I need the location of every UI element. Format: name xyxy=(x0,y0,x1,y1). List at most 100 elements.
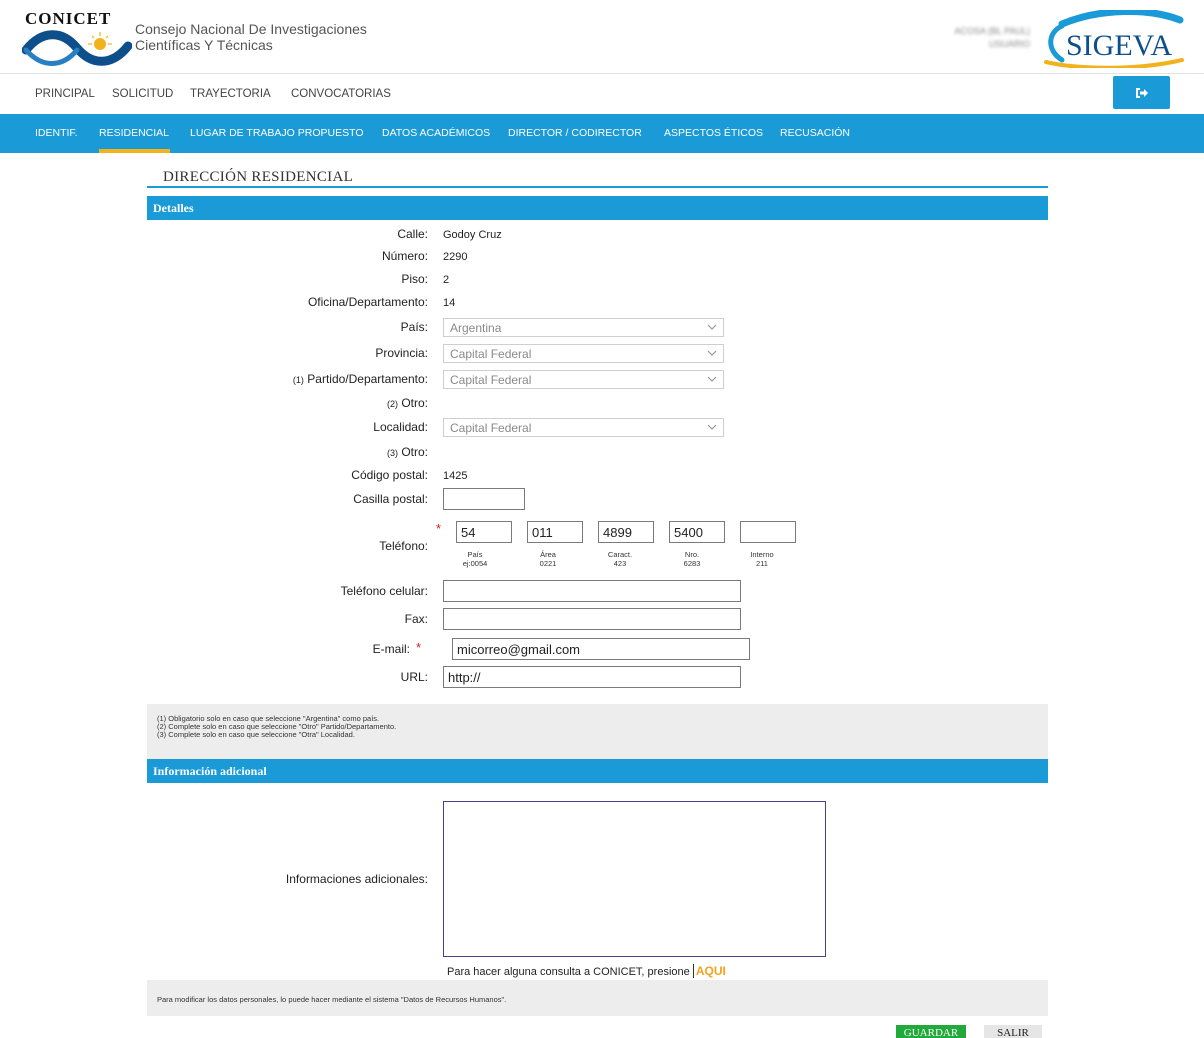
telefono-area-hint-label: Área xyxy=(540,550,556,559)
conicet-logo-text: CONICET xyxy=(25,9,112,28)
telefono-interno-hint-label: Interno xyxy=(750,550,774,559)
fax-label: Fax: xyxy=(404,612,428,626)
telefono-pais-hint-example: ej:0054 xyxy=(462,559,488,568)
localidad-label: Localidad: xyxy=(373,420,428,434)
otra-localidad-note: (3) xyxy=(386,448,398,458)
consult-link[interactable]: AQUI xyxy=(692,964,726,978)
org-name-line1: Consejo Nacional De Investigaciones xyxy=(135,21,367,37)
email-required-mark: * xyxy=(416,640,422,655)
additional-info-textarea[interactable] xyxy=(443,801,826,957)
oficina-value: 14 xyxy=(443,297,456,309)
telefono-area-hint-example: 0221 xyxy=(539,559,557,568)
tab-residencial[interactable]: RESIDENCIAL xyxy=(99,127,169,139)
fax-input[interactable] xyxy=(443,608,741,630)
partido-select[interactable]: Capital Federal xyxy=(443,370,724,389)
sigeva-logo-text: SIGEVA xyxy=(1066,29,1172,62)
nav-trayectoria[interactable]: TRAYECTORIA xyxy=(190,88,271,100)
user-role: USUARIO xyxy=(988,39,1030,49)
telefono-interno-hint-example: 211 xyxy=(756,559,768,568)
codigo-postal-label: Código postal: xyxy=(351,468,428,482)
chevron-down-icon xyxy=(707,376,717,382)
additional-info-section-header: Información adicional xyxy=(147,759,1048,783)
org-name-line2: Científicas Y Técnicas xyxy=(135,37,273,53)
casilla-postal-input[interactable] xyxy=(443,488,525,510)
telefono-caract-hint-label: Caract. xyxy=(607,550,633,559)
telefono-label: Teléfono: xyxy=(379,539,428,553)
email-label: E-mail: xyxy=(372,642,410,656)
telefono-nro-hint: Nro. 6283 xyxy=(669,550,715,568)
localidad-select[interactable]: Capital Federal xyxy=(443,418,724,437)
telefono-pais-input[interactable]: 54 xyxy=(456,521,512,543)
pais-label: País: xyxy=(400,320,428,334)
url-input[interactable]: http:// xyxy=(443,666,741,688)
tab-datos-academicos[interactable]: DATOS ACADÉMICOS xyxy=(382,127,490,139)
details-section-header: Detalles xyxy=(147,196,1048,220)
telefono-required-mark: * xyxy=(436,521,442,536)
email-input[interactable]: micorreo@gmail.com xyxy=(452,638,750,660)
partido-note: (1) xyxy=(292,375,304,385)
tab-director[interactable]: DIRECTOR / CODIRECTOR xyxy=(508,127,642,139)
otro-partido-label-text: Otro: xyxy=(401,396,428,410)
otro-partido-label: (2) Otro: xyxy=(387,396,428,410)
telefono-nro-input[interactable]: 5400 xyxy=(669,521,725,543)
telefono-caract-input[interactable]: 4899 xyxy=(598,521,654,543)
tab-aspectos-eticos[interactable]: ASPECTOS ÉTICOS xyxy=(664,127,763,139)
user-info[interactable]: ACOSA (BL PAUL) USUARIO xyxy=(880,25,1030,51)
telefono-pais-hint: País ej:0054 xyxy=(452,550,498,568)
chevron-down-icon xyxy=(707,350,717,356)
partido-label: (1) Partido/Departamento: xyxy=(293,372,428,386)
codigo-postal-value: 1425 xyxy=(443,470,468,482)
numero-value: 2290 xyxy=(443,251,468,263)
active-tab-indicator xyxy=(99,149,170,153)
sigeva-logo: SIGEVA xyxy=(1044,10,1184,68)
nav-principal[interactable]: PRINCIPAL xyxy=(35,88,95,100)
telefono-nro-hint-label: Nro. xyxy=(684,550,700,559)
personal-data-note: Para modificar los datos personales, lo … xyxy=(147,980,1048,1016)
chevron-down-icon xyxy=(707,424,717,430)
telefono-interno-input[interactable] xyxy=(740,521,796,543)
logout-button[interactable] xyxy=(1113,76,1170,109)
telefono-pais-hint-label: País xyxy=(467,550,483,559)
additional-info-label: Informaciones adicionales: xyxy=(285,872,428,886)
sign-out-icon xyxy=(1135,87,1148,98)
section-tabs: IDENTIF. RESIDENCIAL LUGAR DE TRABAJO PR… xyxy=(0,114,1204,153)
consult-text: Para hacer alguna consulta a CONICET, pr… xyxy=(447,964,726,978)
tab-recusacion[interactable]: RECUSACIÓN xyxy=(780,127,850,139)
piso-label: Piso: xyxy=(401,272,428,286)
telefono-area-input[interactable]: 011 xyxy=(527,521,583,543)
page-title: DIRECCIÓN RESIDENCIAL xyxy=(163,169,354,185)
telefono-caract-hint: Caract. 423 xyxy=(597,550,643,568)
provincia-select[interactable]: Capital Federal xyxy=(443,344,724,363)
celular-input[interactable] xyxy=(443,580,741,602)
celular-label: Teléfono celular: xyxy=(340,584,428,598)
app-header: CONICET Consejo Nacional De Investigacio… xyxy=(0,0,1204,74)
save-button[interactable]: GUARDAR xyxy=(896,1025,966,1038)
tab-identif[interactable]: IDENTIF. xyxy=(35,127,78,139)
conicet-logo-icon xyxy=(22,30,132,66)
pais-select[interactable]: Argentina xyxy=(443,318,724,337)
exit-button[interactable]: SALIR xyxy=(984,1025,1042,1038)
telefono-caract-hint-example: 423 xyxy=(613,559,627,568)
calle-label: Calle: xyxy=(397,227,428,241)
tab-lugar-trabajo[interactable]: LUGAR DE TRABAJO PROPUESTO xyxy=(190,127,364,139)
provincia-selected: Capital Federal xyxy=(450,347,532,361)
organization-name: Consejo Nacional De Investigaciones Cien… xyxy=(135,21,367,53)
url-label: URL: xyxy=(400,670,428,684)
telefono-nro-hint-example: 6283 xyxy=(683,559,701,568)
telefono-area-hint: Área 0221 xyxy=(525,550,571,568)
partido-selected: Capital Federal xyxy=(450,373,532,387)
main-nav: PRINCIPAL SOLICITUD TRAYECTORIA CONVOCAT… xyxy=(0,74,1204,114)
partido-label-text: Partido/Departamento: xyxy=(307,372,428,386)
pais-selected: Argentina xyxy=(450,321,502,335)
telefono-interno-hint: Interno 211 xyxy=(739,550,785,568)
footnote-3: (3) Complete solo en caso que seleccione… xyxy=(157,730,355,739)
casilla-postal-label: Casilla postal: xyxy=(353,492,428,506)
numero-label: Número: xyxy=(381,249,428,263)
footnotes-panel: (1) Obligatorio solo en caso que selecci… xyxy=(147,704,1048,759)
localidad-selected: Capital Federal xyxy=(450,421,532,435)
piso-value: 2 xyxy=(443,274,450,286)
provincia-label: Provincia: xyxy=(375,346,428,360)
chevron-down-icon xyxy=(707,324,717,330)
nav-convocatorias[interactable]: CONVOCATORIAS xyxy=(291,88,391,100)
nav-solicitud[interactable]: SOLICITUD xyxy=(112,88,173,100)
